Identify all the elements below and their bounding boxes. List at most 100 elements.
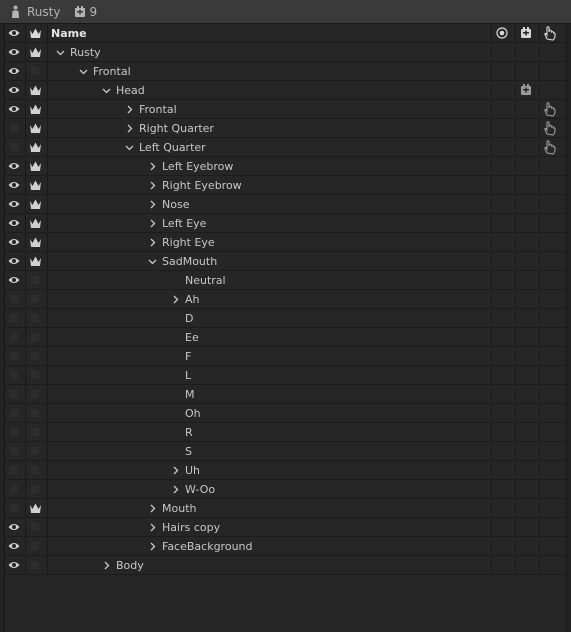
tree-row[interactable]: Right Eye — [5, 233, 566, 252]
tree-row[interactable]: Hairs copy — [5, 518, 566, 537]
hand-icon[interactable] — [543, 121, 557, 139]
tree-row[interactable]: Ah — [5, 290, 566, 309]
eye-icon[interactable] — [8, 218, 20, 228]
tree-row[interactable]: Oh — [5, 404, 566, 423]
visibility-toggle-off[interactable] — [10, 428, 18, 436]
chevron-down-icon[interactable] — [102, 85, 111, 94]
eye-icon[interactable] — [8, 199, 20, 209]
crown-icon[interactable] — [29, 236, 41, 248]
independent-toggle-off[interactable] — [31, 485, 39, 493]
visibility-toggle-off[interactable] — [10, 295, 18, 303]
tree-row[interactable]: Mouth — [5, 499, 566, 518]
visibility-toggle-off[interactable] — [10, 333, 18, 341]
eye-icon[interactable] — [8, 28, 20, 38]
crown-icon[interactable] — [29, 84, 41, 96]
tree-row[interactable]: Left Eyebrow — [5, 157, 566, 176]
eye-icon[interactable] — [8, 47, 20, 57]
eye-icon[interactable] — [8, 541, 20, 551]
independent-toggle-off[interactable] — [31, 352, 39, 360]
independent-toggle-off[interactable] — [31, 333, 39, 341]
chevron-right-icon[interactable] — [148, 161, 157, 171]
chevron-down-icon[interactable] — [79, 66, 88, 75]
visibility-toggle-off[interactable] — [10, 447, 18, 455]
chevron-right-icon[interactable] — [171, 484, 180, 494]
name-column-header[interactable]: Name — [51, 26, 87, 41]
tree-row[interactable]: Body — [5, 556, 566, 575]
tree-row[interactable]: FaceBackground — [5, 537, 566, 556]
chevron-right-icon[interactable] — [148, 541, 157, 551]
crown-icon[interactable] — [29, 160, 41, 172]
visibility-toggle-off[interactable] — [10, 485, 18, 493]
tree-row[interactable]: Rusty — [5, 43, 566, 62]
tree-row[interactable]: M — [5, 385, 566, 404]
hand-icon[interactable] — [543, 140, 557, 158]
visibility-toggle-off[interactable] — [10, 504, 18, 512]
visibility-toggle-off[interactable] — [10, 371, 18, 379]
puppet-title[interactable]: Rusty — [27, 5, 60, 19]
visibility-toggle-off[interactable] — [10, 466, 18, 474]
eye-icon[interactable] — [8, 237, 20, 247]
tree-row[interactable]: Right Quarter — [5, 119, 566, 138]
eye-icon[interactable] — [8, 180, 20, 190]
crown-icon[interactable] — [29, 122, 41, 134]
tree-row[interactable]: L — [5, 366, 566, 385]
independent-toggle-off[interactable] — [31, 276, 39, 284]
independent-toggle-off[interactable] — [31, 428, 39, 436]
chevron-down-icon[interactable] — [125, 142, 134, 151]
visibility-toggle-off[interactable] — [10, 314, 18, 322]
eye-icon[interactable] — [8, 275, 20, 285]
chevron-right-icon[interactable] — [125, 123, 134, 133]
chevron-right-icon[interactable] — [148, 237, 157, 247]
tree-row[interactable]: Left Quarter — [5, 138, 566, 157]
chevron-right-icon[interactable] — [148, 503, 157, 513]
tree-row[interactable]: Neutral — [5, 271, 566, 290]
crown-icon[interactable] — [29, 217, 41, 229]
independent-toggle-off[interactable] — [31, 67, 39, 75]
chevron-down-icon[interactable] — [56, 47, 65, 56]
independent-toggle-off[interactable] — [31, 447, 39, 455]
independent-toggle-off[interactable] — [31, 561, 39, 569]
tree-row[interactable]: Right Eyebrow — [5, 176, 566, 195]
independent-toggle-off[interactable] — [31, 295, 39, 303]
tree-row[interactable]: D — [5, 309, 566, 328]
hand-icon[interactable] — [543, 102, 557, 120]
crown-icon[interactable] — [29, 502, 41, 514]
visibility-toggle-off[interactable] — [10, 409, 18, 417]
crown-icon[interactable] — [29, 141, 41, 153]
chevron-right-icon[interactable] — [102, 560, 111, 570]
chevron-right-icon[interactable] — [171, 294, 180, 304]
tree-row[interactable]: Frontal — [5, 62, 566, 81]
layers-icon[interactable] — [520, 84, 532, 99]
visibility-toggle-off[interactable] — [10, 124, 18, 132]
crown-icon[interactable] — [29, 27, 41, 39]
tree-row[interactable]: Nose — [5, 195, 566, 214]
crown-icon[interactable] — [29, 179, 41, 191]
tree-row[interactable]: W-Oo — [5, 480, 566, 499]
tree-row[interactable]: Frontal — [5, 100, 566, 119]
chevron-right-icon[interactable] — [171, 465, 180, 475]
independent-toggle-off[interactable] — [31, 466, 39, 474]
chevron-right-icon[interactable] — [148, 199, 157, 209]
tree-row[interactable]: Uh — [5, 461, 566, 480]
independent-toggle-off[interactable] — [31, 371, 39, 379]
chevron-right-icon[interactable] — [148, 218, 157, 228]
eye-icon[interactable] — [8, 560, 20, 570]
tree-row[interactable]: Left Eye — [5, 214, 566, 233]
tree-row[interactable]: S — [5, 442, 566, 461]
independent-toggle-off[interactable] — [31, 314, 39, 322]
crown-icon[interactable] — [29, 255, 41, 267]
chevron-right-icon[interactable] — [148, 522, 157, 532]
eye-icon[interactable] — [8, 256, 20, 266]
tree-row[interactable]: R — [5, 423, 566, 442]
eye-icon[interactable] — [8, 161, 20, 171]
crown-icon[interactable] — [29, 46, 41, 58]
eye-icon[interactable] — [8, 66, 20, 76]
layers-icon[interactable] — [520, 27, 532, 42]
eye-icon[interactable] — [8, 85, 20, 95]
tree-row[interactable]: Ee — [5, 328, 566, 347]
tree-row[interactable]: SadMouth — [5, 252, 566, 271]
visibility-toggle-off[interactable] — [10, 143, 18, 151]
eye-icon[interactable] — [8, 104, 20, 114]
crown-icon[interactable] — [29, 198, 41, 210]
crown-icon[interactable] — [29, 103, 41, 115]
